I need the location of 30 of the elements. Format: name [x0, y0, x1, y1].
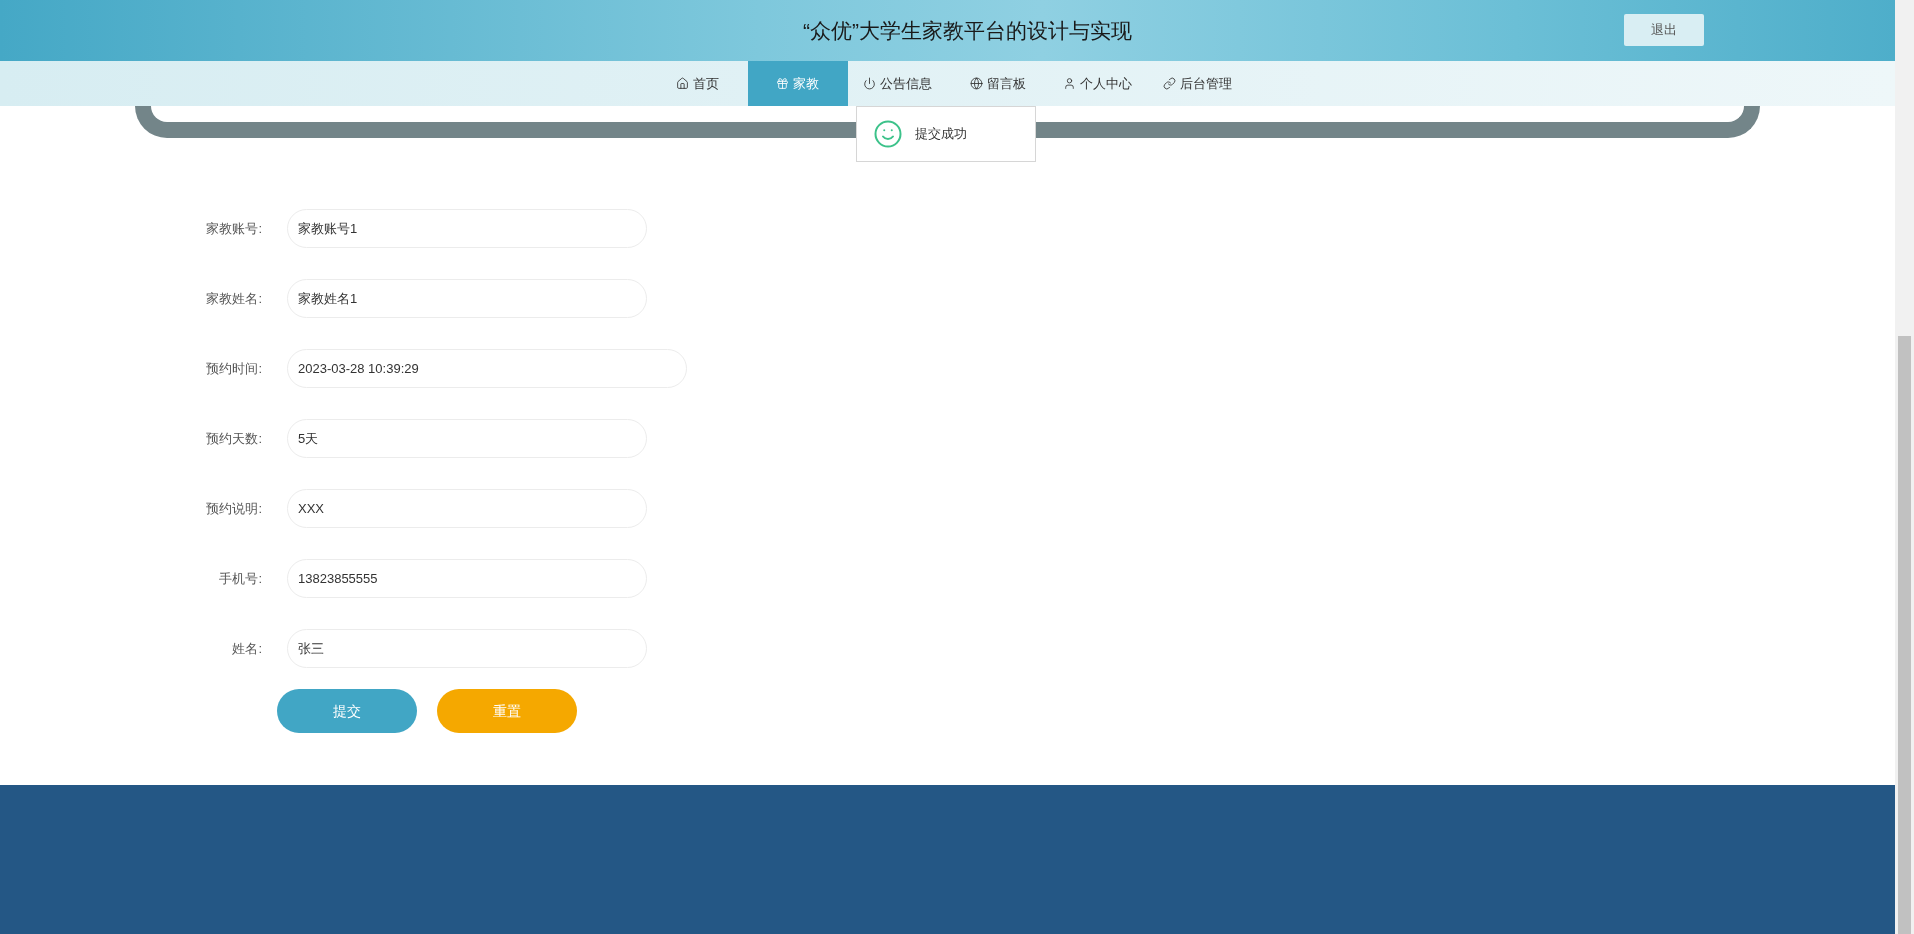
input-field[interactable]: 张三 — [287, 629, 647, 668]
nav-tab[interactable]: 个人中心 — [1047, 61, 1148, 106]
site-title: “众优”大学生家教平台的设计与实现 — [803, 17, 1132, 44]
smiley-icon — [873, 119, 903, 149]
input-field[interactable]: 家教账号1 — [287, 209, 647, 248]
scrollbar-thumb[interactable] — [1898, 336, 1911, 934]
field-label: 预约天数: — [205, 429, 262, 448]
field-label: 预约说明: — [205, 499, 262, 518]
logout-button[interactable]: 退出 — [1624, 14, 1704, 46]
gift-icon — [776, 77, 789, 90]
field-label: 家教姓名: — [205, 289, 262, 308]
input-field[interactable]: 5天 — [287, 419, 647, 458]
input-field[interactable]: 2023-03-28 10:39:29 — [287, 349, 687, 388]
nav-tab[interactable]: 首页 — [647, 61, 748, 106]
toast-message: 提交成功 — [915, 125, 967, 144]
input-field[interactable]: 家教姓名1 — [287, 279, 647, 318]
nav-tab[interactable]: 后台管理 — [1147, 61, 1248, 106]
house-icon — [676, 77, 689, 90]
input-field[interactable]: 13823855555 — [287, 559, 647, 598]
field-label: 手机号: — [218, 569, 262, 588]
power-icon — [863, 77, 876, 90]
field-label: 预约时间: — [205, 359, 262, 378]
person-icon — [1063, 77, 1076, 90]
field-label: 姓名: — [231, 639, 262, 658]
nav-tab[interactable]: 留言板 — [947, 61, 1048, 106]
field-label: 家教账号: — [205, 219, 262, 238]
link-icon — [1163, 77, 1176, 90]
globe-icon — [969, 77, 983, 90]
input-field[interactable]: XXX — [287, 489, 647, 528]
nav-tab[interactable]: 公告信息 — [847, 61, 948, 106]
